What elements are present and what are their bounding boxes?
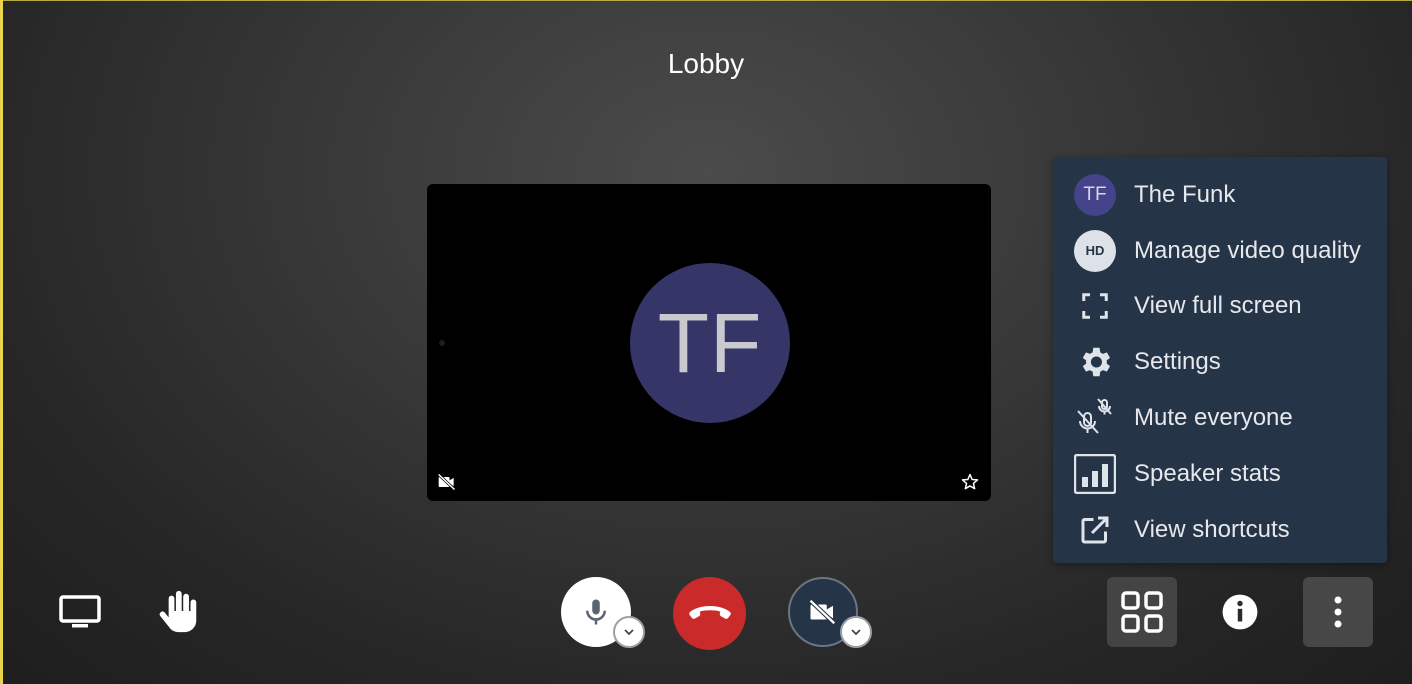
mute-everyone-icon — [1074, 397, 1116, 439]
screen-share-icon — [59, 595, 101, 628]
bar-chart-icon — [1074, 453, 1116, 495]
avatar-icon: TF — [1074, 173, 1116, 216]
more-options-button[interactable] — [1303, 577, 1373, 647]
hd-badge: HD — [1074, 229, 1116, 272]
chevron-down-icon — [851, 629, 861, 636]
window-top-border — [0, 0, 1412, 1]
menu-item-profile[interactable]: TF The Funk — [1053, 167, 1387, 223]
menu-avatar: TF — [1074, 173, 1116, 216]
gear-icon — [1074, 341, 1116, 383]
microphone-icon — [586, 599, 606, 625]
tile-view-icon — [1121, 591, 1163, 633]
raise-hand-button[interactable] — [155, 586, 203, 636]
more-options-icon — [1334, 596, 1342, 628]
tile-view-button[interactable] — [1107, 577, 1177, 647]
fullscreen-icon — [1074, 285, 1116, 327]
menu-item-shortcuts[interactable]: View shortcuts — [1053, 502, 1387, 558]
info-button[interactable] — [1210, 582, 1270, 642]
menu-item-label: View full screen — [1134, 292, 1302, 320]
menu-item-label: Mute everyone — [1134, 404, 1293, 432]
menu-item-fullscreen[interactable]: View full screen — [1053, 279, 1387, 335]
menu-item-speaker-stats[interactable]: Speaker stats — [1053, 446, 1387, 502]
menu-item-label: The Funk — [1134, 180, 1236, 208]
menu-item-mute-everyone[interactable]: Mute everyone — [1053, 390, 1387, 446]
camera-off-icon — [437, 473, 456, 491]
external-link-icon — [1074, 509, 1116, 551]
camera-options-button[interactable] — [840, 616, 872, 648]
participant-avatar: TF — [630, 263, 790, 423]
camera-off-icon — [808, 599, 836, 625]
menu-item-label: Manage video quality — [1134, 236, 1361, 264]
raise-hand-icon — [159, 590, 197, 633]
menu-item-video-quality[interactable]: HD Manage video quality — [1053, 223, 1387, 279]
menu-item-label: Speaker stats — [1134, 459, 1281, 487]
menu-item-label: Settings — [1134, 348, 1221, 376]
more-options-menu: TF The Funk HD Manage video quality View… — [1053, 157, 1387, 563]
meeting-title: Lobby — [667, 48, 745, 79]
window-left-border — [0, 0, 3, 684]
menu-item-settings[interactable]: Settings — [1053, 334, 1387, 390]
hang-up-button[interactable] — [673, 577, 746, 650]
hd-icon: HD — [1074, 229, 1116, 272]
info-icon — [1222, 594, 1258, 630]
microphone-options-button[interactable] — [613, 616, 645, 648]
chevron-down-icon — [624, 629, 634, 636]
screen-share-button[interactable] — [57, 590, 103, 634]
participant-video-tile[interactable]: TF — [427, 184, 991, 501]
hang-up-icon — [688, 605, 731, 619]
tile-indicator-dot — [439, 340, 445, 346]
star-outline-icon[interactable] — [960, 472, 980, 492]
menu-item-label: View shortcuts — [1134, 515, 1290, 543]
